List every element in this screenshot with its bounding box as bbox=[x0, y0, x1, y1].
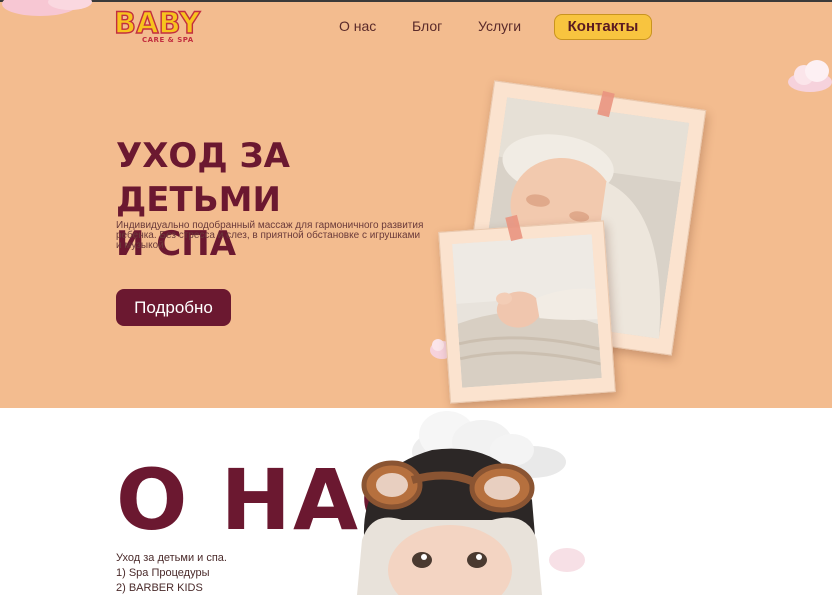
nav-item-services[interactable]: Услуги bbox=[478, 18, 521, 34]
details-button[interactable]: Подробно bbox=[116, 289, 231, 326]
logo-subtext: CARE & SPA bbox=[142, 36, 194, 44]
logo-text: BABY bbox=[113, 6, 201, 40]
hero-title-line1: УХОД ЗА ДЕТЬМИ bbox=[116, 136, 290, 220]
brand-logo[interactable]: BABY CARE & SPA bbox=[113, 6, 210, 48]
cloud-decoration-right bbox=[788, 60, 832, 92]
pink-cloud-decoration bbox=[2, 0, 92, 16]
hero-section: BABY CARE & SPA О нас Блог Услуги Контак… bbox=[0, 0, 832, 408]
photo-frame-front bbox=[438, 220, 616, 404]
nav-item-blog[interactable]: Блог bbox=[412, 18, 442, 34]
hero-description: Индивидуально подобранный массаж для гар… bbox=[116, 220, 424, 251]
aviator-baby-image bbox=[357, 411, 585, 595]
about-line: Уход за детьми и спа. bbox=[116, 552, 227, 564]
about-text: Уход за детьми и спа. 1) Spa Процедуры 2… bbox=[116, 551, 227, 596]
baby-hand-image bbox=[452, 234, 602, 388]
about-line: 1) Spa Процедуры bbox=[116, 567, 210, 579]
top-border bbox=[0, 0, 832, 2]
nav-item-about[interactable]: О нас bbox=[339, 18, 376, 34]
contact-button[interactable]: Контакты bbox=[554, 14, 652, 40]
about-line: 2) BARBER KIDS bbox=[116, 582, 203, 594]
